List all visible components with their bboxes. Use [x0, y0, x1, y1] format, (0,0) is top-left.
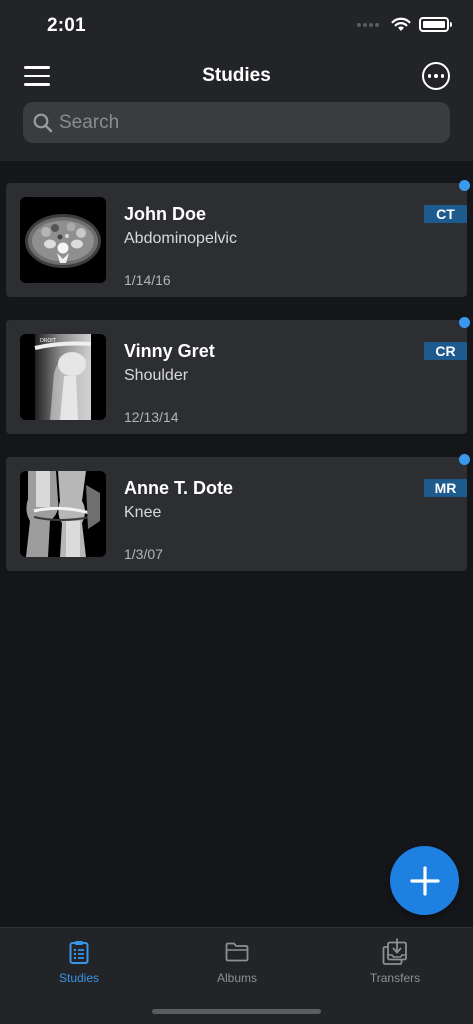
- plus-icon: [409, 865, 440, 896]
- status-icons: [357, 17, 452, 32]
- tab-albums[interactable]: Albums: [158, 928, 316, 994]
- search-icon: [33, 113, 53, 132]
- study-card[interactable]: Anne T. Dote Knee 1/3/07 MR: [6, 454, 470, 571]
- navigation-header: Studies: [0, 52, 473, 161]
- wifi-icon: [391, 17, 411, 31]
- patient-name: Vinny Gret: [124, 341, 215, 361]
- thumbnail-overlay-text: DROIT: [40, 338, 57, 344]
- modality-badge: CR: [424, 342, 467, 360]
- status-bar: 2:01: [0, 0, 473, 52]
- home-indicator: [152, 1009, 321, 1014]
- status-time: 2:01: [47, 15, 86, 36]
- clipboard-list-icon: [69, 941, 89, 964]
- patient-name: John Doe: [124, 204, 207, 224]
- tab-bar: Studies Albums Transfers: [0, 927, 473, 1024]
- unread-indicator-dot: [459, 180, 470, 191]
- study-date: 1/14/16: [124, 272, 171, 288]
- study-date: 1/3/07: [124, 546, 163, 562]
- add-study-button[interactable]: [390, 846, 459, 915]
- tab-label: Albums: [216, 971, 257, 985]
- ellipsis-circle-icon[interactable]: [422, 62, 450, 90]
- study-thumbnail-mr-knee: [20, 471, 106, 557]
- tab-label: Transfers: [369, 971, 421, 985]
- cellular-signal-icon: [357, 22, 379, 27]
- modality-badge: MR: [424, 479, 467, 497]
- modality-badge: CT: [424, 205, 467, 223]
- tab-label: Studies: [58, 971, 100, 985]
- search-input[interactable]: [59, 111, 419, 134]
- study-date: 12/13/14: [124, 409, 179, 425]
- unread-indicator-dot: [459, 454, 470, 465]
- tab-transfers[interactable]: Transfers: [316, 928, 473, 994]
- study-body-part: Abdominopelvic: [124, 230, 237, 247]
- study-thumbnail-ct-abdomen: [20, 197, 106, 283]
- tray-download-icon: [382, 938, 407, 965]
- page-title: Studies: [202, 65, 271, 86]
- battery-icon: [419, 17, 452, 32]
- patient-name: Anne T. Dote: [124, 478, 234, 498]
- search-bar[interactable]: [23, 102, 450, 143]
- tab-studies[interactable]: Studies: [0, 928, 158, 994]
- study-card[interactable]: DROIT Vinny Gret Shoulder 12/13/14 CR: [6, 317, 470, 434]
- folder-icon: [225, 942, 249, 962]
- study-card[interactable]: John Doe Abdominopelvic 1/14/16 CT: [6, 180, 470, 297]
- study-thumbnail-xray-shoulder: DROIT: [20, 334, 106, 420]
- study-body-part: Shoulder: [124, 367, 189, 384]
- unread-indicator-dot: [459, 317, 470, 328]
- study-body-part: Knee: [124, 504, 162, 521]
